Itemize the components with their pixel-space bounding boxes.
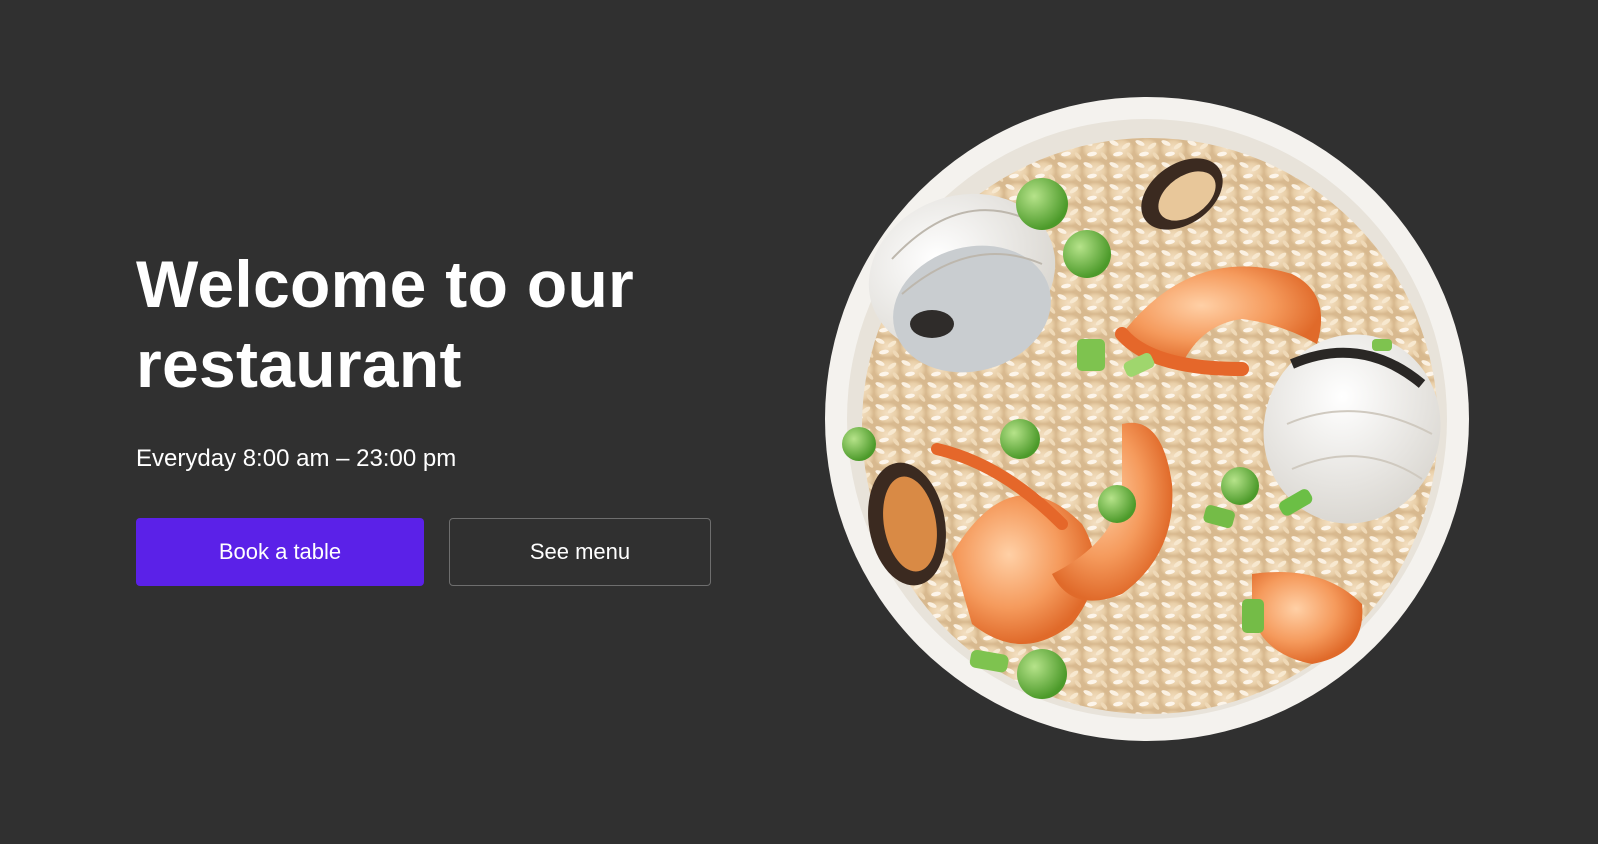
hero-section: Welcome to our restaurant Everyday 8:00 …: [0, 0, 1598, 844]
see-menu-button[interactable]: See menu: [449, 518, 711, 586]
seafood-rice-bowl-illustration: [825, 97, 1469, 741]
book-table-button[interactable]: Book a table: [136, 518, 424, 586]
dish-image: [822, 94, 1472, 744]
hero-title: Welcome to our restaurant: [136, 247, 635, 401]
opening-hours: Everyday 8:00 am – 23:00 pm: [136, 445, 457, 472]
